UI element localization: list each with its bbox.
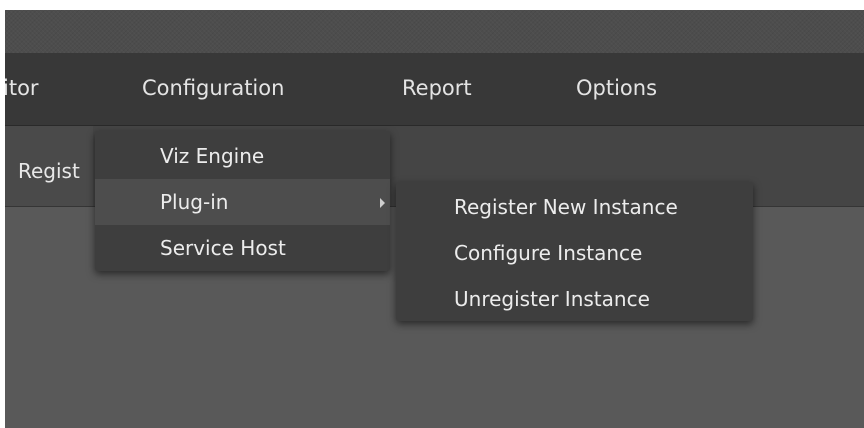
menu-item-label: Configure Instance bbox=[454, 241, 643, 265]
menu-item-label: Unregister Instance bbox=[454, 287, 650, 311]
menu-item-service-host[interactable]: Service Host bbox=[95, 225, 390, 271]
toolbar-tab-label: Regist bbox=[18, 159, 80, 183]
menu-item-label: Viz Engine bbox=[160, 144, 265, 168]
menu-item-unregister-instance[interactable]: Unregister Instance bbox=[396, 276, 753, 322]
menu-item-label: Register New Instance bbox=[454, 195, 678, 219]
toolbar-tab-register[interactable]: Regist bbox=[5, 126, 93, 206]
submenu-arrow-icon bbox=[380, 198, 385, 208]
menu-bar: itor Configuration Report Options bbox=[5, 53, 864, 126]
configuration-dropdown: Viz Engine Plug-in Service Host bbox=[95, 131, 390, 271]
menu-options[interactable]: Options bbox=[576, 76, 657, 100]
menu-configuration[interactable]: Configuration bbox=[142, 76, 284, 100]
menu-item-configure-instance[interactable]: Configure Instance bbox=[396, 230, 753, 276]
menu-item-viz-engine[interactable]: Viz Engine bbox=[95, 133, 390, 179]
plugin-submenu: Register New Instance Configure Instance… bbox=[396, 182, 753, 321]
menu-monitor[interactable]: itor bbox=[5, 76, 39, 100]
menu-item-plug-in[interactable]: Plug-in bbox=[95, 179, 390, 225]
title-bar bbox=[5, 10, 864, 53]
menu-report[interactable]: Report bbox=[402, 76, 472, 100]
menu-item-label: Service Host bbox=[160, 236, 286, 260]
menu-item-register-new-instance[interactable]: Register New Instance bbox=[396, 184, 753, 230]
menu-item-label: Plug-in bbox=[160, 190, 229, 214]
